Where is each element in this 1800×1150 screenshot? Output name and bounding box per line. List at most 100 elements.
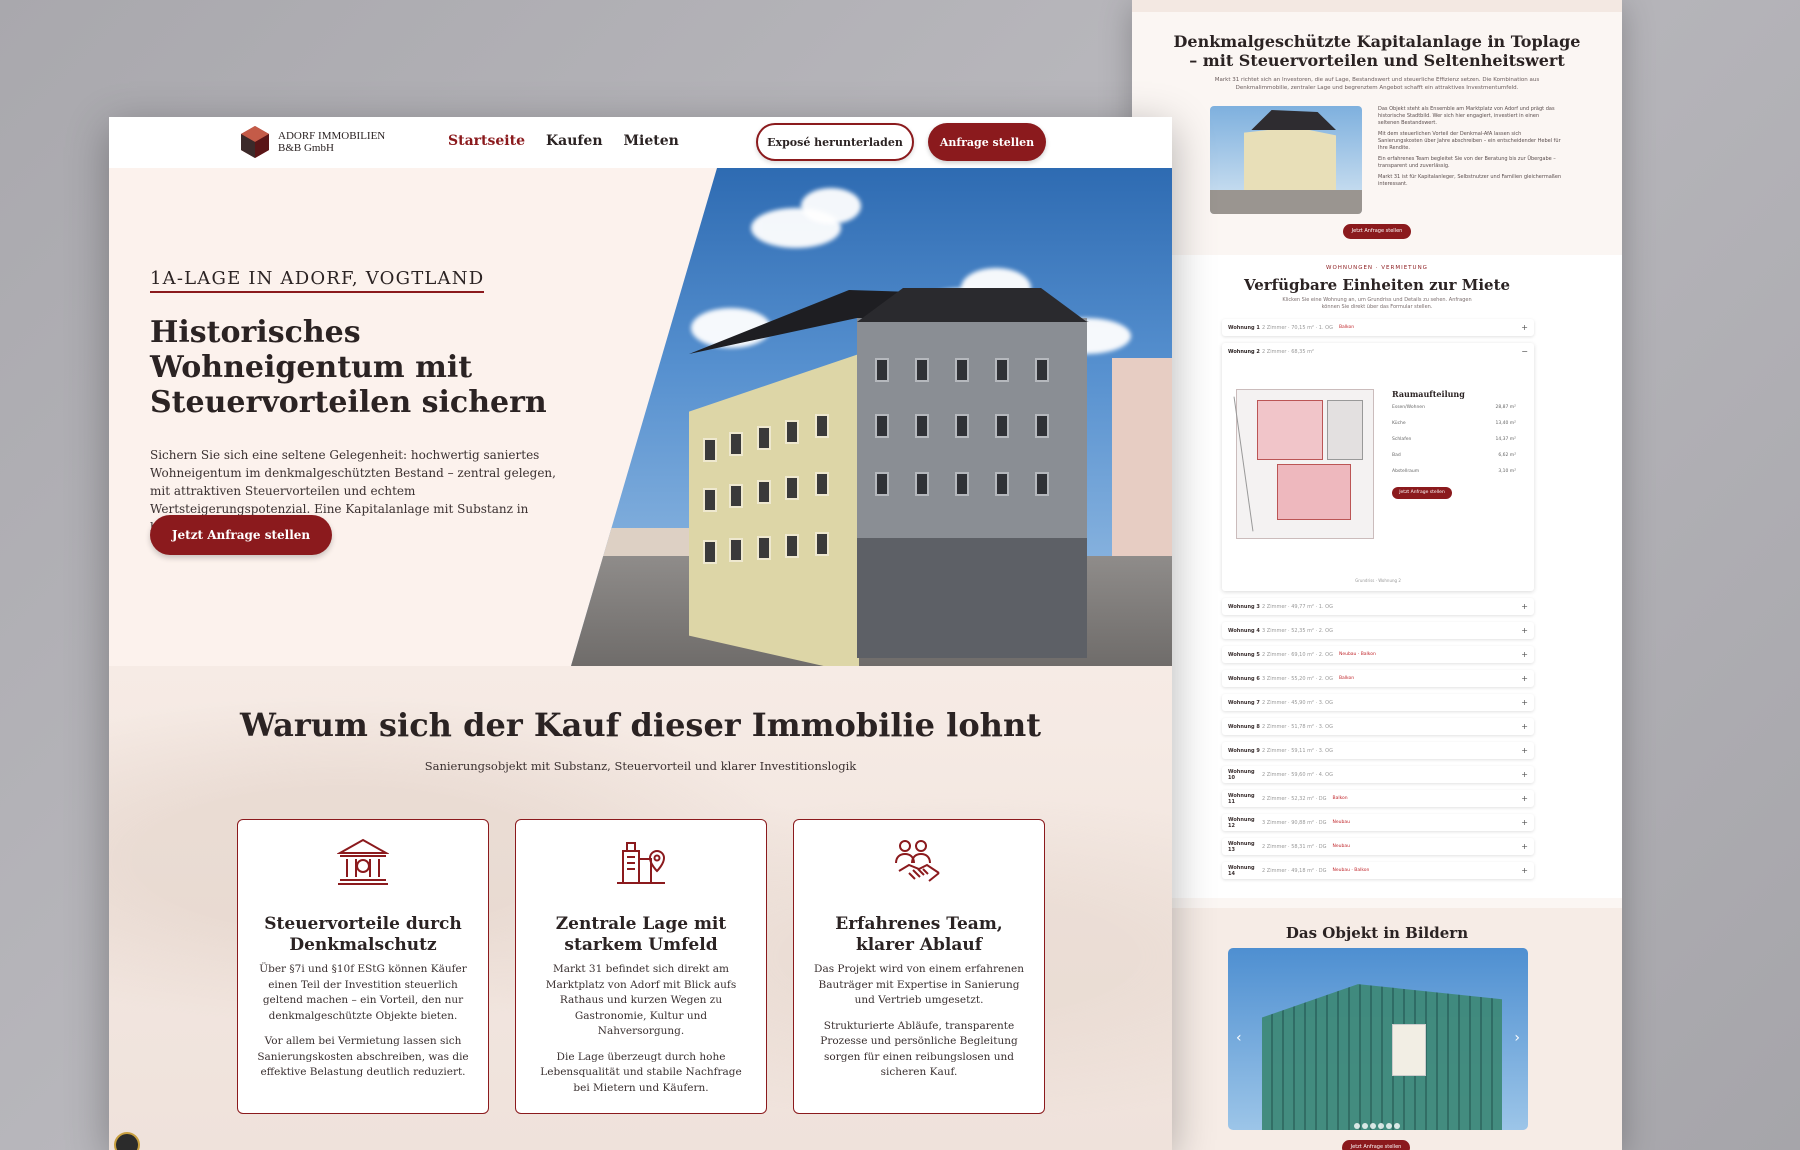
invest-paragraph: Das Objekt steht als Ensemble am Marktpl…	[1378, 106, 1555, 126]
unit-name: Wohnung 11	[1228, 792, 1255, 805]
unit-row[interactable]: Wohnung 10 2 Zimmer · 59,60 m² · 4. OG +	[1222, 766, 1534, 783]
invest-paragraph: Mit dem steuerlichen Vorteil der Denkmal…	[1378, 131, 1561, 151]
invest-section: Das Objekt steht als Ensemble am Marktpl…	[1132, 92, 1622, 214]
anfrage-button[interactable]: Anfrage stellen	[928, 123, 1046, 161]
expand-plus-icon[interactable]: +	[1521, 674, 1528, 683]
expand-plus-icon[interactable]: +	[1521, 602, 1528, 611]
unit-meta: 2 Zimmer · 59,60 m² · 4. OG	[1262, 771, 1333, 778]
units-section: WOHNUNGEN · VERMIETUNG Verfügbare Einhei…	[1132, 255, 1622, 898]
room-breakdown-title: Raumaufteilung	[1392, 389, 1465, 399]
unit-row[interactable]: Wohnung 92 Zimmer · 59,11 m² · 3. OG +	[1222, 742, 1534, 759]
unit-name: Wohnung 4	[1228, 627, 1260, 634]
why-subtitle: Sanierungsobjekt mit Substanz, Steuervor…	[424, 759, 857, 773]
expand-plus-icon[interactable]: +	[1521, 842, 1528, 851]
logo[interactable]: ADORF IMMOBILIEN B&B GmbH	[240, 125, 385, 159]
unit-header[interactable]: Wohnung 2 2 Zimmer · 68,35 m² −	[1222, 343, 1534, 360]
logo-line2: B&B GmbH	[278, 142, 334, 154]
unit-meta: 2 Zimmer · 69,10 m² · 2. OG	[1262, 651, 1333, 658]
expand-plus-icon[interactable]: +	[1521, 770, 1528, 779]
unit-row[interactable]: Wohnung 82 Zimmer · 51,78 m² · 3. OG +	[1222, 718, 1534, 735]
unit-name: Wohnung 7	[1228, 699, 1260, 706]
chevron-left-icon[interactable]: ‹	[1236, 1030, 1242, 1046]
unit-row[interactable]: Wohnung 14 2 Zimmer · 49,18 m² · DG Neubau…	[1222, 862, 1534, 879]
expand-plus-icon[interactable]: +	[1521, 818, 1528, 827]
unit-row[interactable]: Wohnung 32 Zimmer · 49,77 m² · 1. OG +	[1222, 598, 1534, 615]
expand-plus-icon[interactable]: +	[1521, 650, 1528, 659]
unit-name: Wohnung 9	[1228, 747, 1260, 754]
unit-row[interactable]: Wohnung 13 2 Zimmer · 58,31 m² · DG Neubau…	[1222, 838, 1534, 855]
bank-icon	[254, 832, 472, 892]
invest-paragraph: Markt 31 ist für Kapitalanleger, Selbstn…	[1378, 174, 1562, 187]
expand-plus-icon[interactable]: +	[1521, 698, 1528, 707]
nav-link-startseite[interactable]: Startseite	[448, 133, 525, 149]
unit-meta: 2 Zimmer · 49,18 m² · DG	[1262, 867, 1327, 874]
hero-title: Historisches Wohneigentum mit Steuervort…	[150, 315, 547, 420]
unit-cta-button[interactable]: Jetzt Anfrage stellen	[1392, 487, 1452, 499]
collapse-minus-icon[interactable]: −	[1521, 347, 1528, 356]
unit-tag: Balkon	[1338, 325, 1355, 330]
unit-row[interactable]: Wohnung 11 2 Zimmer · 52,32 m² · DG Balkon…	[1222, 790, 1534, 807]
card-text: Die Lage überzeugt durch hohe Lebensqual…	[540, 1050, 742, 1094]
expand-plus-icon[interactable]: +	[1521, 323, 1528, 332]
unit-tag: Balkon	[1338, 676, 1355, 681]
card-text: Markt 31 befindet sich direkt am Marktpl…	[545, 963, 737, 1037]
unit-name: Wohnung 14	[1228, 864, 1255, 877]
invest-title: Denkmalgeschützte Kapitalanlage in Topla…	[1173, 32, 1581, 70]
logo-line1: ADORF IMMOBILIEN	[278, 130, 386, 142]
expose-download-button[interactable]: Exposé herunterladen	[756, 123, 914, 161]
card-title: Erfahrenes Team, klarer Ablauf	[835, 914, 1003, 955]
expand-plus-icon[interactable]: +	[1521, 626, 1528, 635]
unit-row[interactable]: Wohnung 1 2 Zimmer · 70,15 m² · 1. OG Ba…	[1222, 319, 1534, 336]
unit-row[interactable]: Wohnung 63 Zimmer · 55,20 m² · 2. OG Balk…	[1222, 670, 1534, 687]
expand-plus-icon[interactable]: +	[1521, 866, 1528, 875]
hero-eyebrow: 1A-LAGE IN ADORF, VOGTLAND	[150, 268, 485, 293]
floorplan-image	[1233, 389, 1374, 539]
main-page: ADORF IMMOBILIEN B&B GmbH Startseite Kau…	[109, 117, 1172, 1150]
handshake-icon	[810, 832, 1028, 892]
card-title: Zentrale Lage mit starkem Umfeld	[555, 914, 727, 955]
hero-cta-button[interactable]: Jetzt Anfrage stellen	[150, 515, 332, 555]
unit-name: Wohnung 6	[1228, 675, 1260, 682]
invest-intro: Markt 31 richtet sich an Investoren, die…	[1214, 77, 1540, 91]
unit-meta: 2 Zimmer · 49,77 m² · 1. OG	[1262, 603, 1333, 610]
unit-tag: Neubau · Balkon	[1338, 652, 1376, 657]
gallery-dots[interactable]	[1132, 1114, 1622, 1133]
expand-plus-icon[interactable]: +	[1521, 794, 1528, 803]
unit-row-expanded[interactable]: Wohnung 2 2 Zimmer · 68,35 m² − Raumauft…	[1222, 343, 1534, 591]
invest-cta-button[interactable]: Jetzt Anfrage stellen	[1343, 224, 1411, 239]
invest-text: Das Objekt steht als Ensemble am Marktpl…	[1378, 106, 1562, 214]
unit-row[interactable]: Wohnung 43 Zimmer · 52,35 m² · 2. OG +	[1222, 622, 1534, 639]
unit-meta: 2 Zimmer · 59,11 m² · 3. OG	[1262, 747, 1333, 754]
logo-hexagon-icon	[240, 125, 270, 159]
nav-link-mieten[interactable]: Mieten	[624, 133, 679, 149]
unit-meta: 2 Zimmer · 70,15 m² · 1. OG	[1262, 324, 1333, 331]
unit-row[interactable]: Wohnung 52 Zimmer · 69,10 m² · 2. OG Neub…	[1222, 646, 1534, 663]
gallery-photo: ‹ ›	[1228, 948, 1528, 1130]
room-breakdown: Raumaufteilung Essen/Wohnen 28,87 m² Küch…	[1392, 389, 1516, 499]
gallery-cta-button[interactable]: Jetzt Anfrage stellen	[1342, 1140, 1410, 1150]
nav-links: Startseite Kaufen Mieten	[448, 133, 679, 149]
nav-link-kaufen[interactable]: Kaufen	[546, 133, 603, 149]
card-text: Über §7i und §10f EStG können Käufer ein…	[259, 963, 467, 1022]
unit-name: Wohnung 10	[1228, 768, 1255, 781]
unit-tag: Neubau · Balkon	[1332, 868, 1370, 873]
city-location-icon	[532, 832, 750, 892]
unit-name: Wohnung 2	[1228, 348, 1260, 355]
unit-tag: Neubau	[1332, 820, 1350, 825]
room-row: Küche 13,40 m²	[1392, 421, 1516, 426]
expand-plus-icon[interactable]: +	[1521, 746, 1528, 755]
invest-building-photo	[1210, 106, 1362, 214]
feature-card-tax: Steuervorteile durch Denkmalschutz Über …	[237, 819, 489, 1114]
unit-name: Wohnung 5	[1228, 651, 1260, 658]
gallery-title: Das Objekt in Bildern	[1285, 924, 1469, 942]
unit-row[interactable]: Wohnung 72 Zimmer · 45,90 m² · 3. OG +	[1222, 694, 1534, 711]
feature-card-location: Zentrale Lage mit starkem Umfeld Markt 3…	[515, 819, 767, 1114]
expand-plus-icon[interactable]: +	[1521, 722, 1528, 731]
card-title: Steuervorteile durch Denkmalschutz	[264, 914, 462, 955]
unit-meta: 2 Zimmer · 68,35 m²	[1262, 348, 1315, 355]
unit-meta: 3 Zimmer · 90,88 m² · DG	[1262, 819, 1327, 826]
unit-row[interactable]: Wohnung 12 3 Zimmer · 90,88 m² · DG Neubau…	[1222, 814, 1534, 831]
room-row: Abstellraum 3,10 m²	[1392, 469, 1516, 474]
why-title: Warum sich der Kauf dieser Immobilie loh…	[240, 706, 1041, 744]
chevron-right-icon[interactable]: ›	[1514, 1030, 1520, 1046]
